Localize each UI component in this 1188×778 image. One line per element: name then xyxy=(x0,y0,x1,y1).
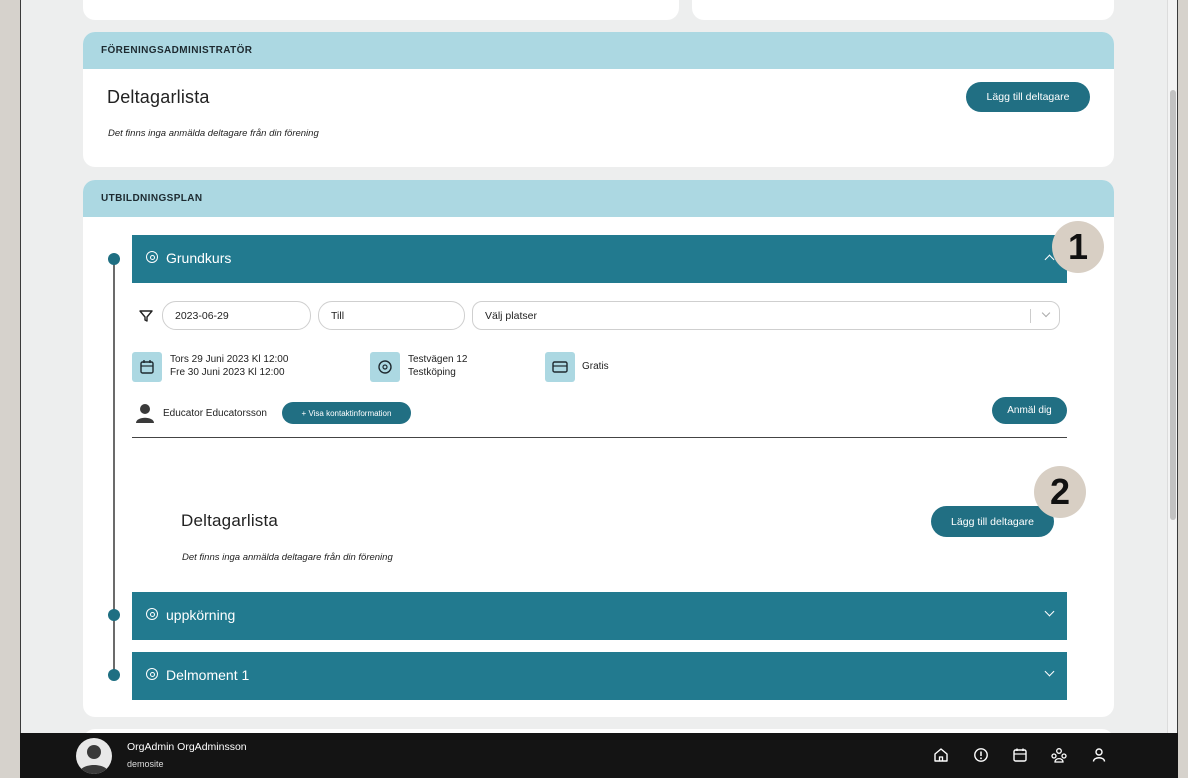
address-street: Testvägen 12 xyxy=(408,354,468,365)
course-date-end: Fre 30 Juni 2023 Kl 12:00 xyxy=(170,367,285,378)
scrollbar-thumb[interactable] xyxy=(1170,90,1176,520)
info-icon[interactable] xyxy=(971,745,991,765)
association-admin-card: FÖRENINGSADMINISTRATÖR Deltagarlista Läg… xyxy=(83,32,1114,167)
select-divider xyxy=(1030,309,1031,323)
home-icon[interactable] xyxy=(931,745,951,765)
user-avatar[interactable] xyxy=(76,738,112,774)
location-select-placeholder: Välj platser xyxy=(485,310,537,322)
participant-list-title: Deltagarlista xyxy=(107,87,210,107)
timeline-dot-uppkorning xyxy=(108,609,120,621)
app-window: FÖRENINGSADMINISTRATÖR Deltagarlista Läg… xyxy=(20,0,1178,778)
chevron-down-icon[interactable] xyxy=(1044,606,1055,617)
organization-icon[interactable] xyxy=(1049,745,1069,765)
training-plan-header: UTBILDNINGSPLAN xyxy=(83,180,1114,217)
location-pin-icon xyxy=(146,251,158,263)
location-pin-icon xyxy=(146,608,158,620)
payment-card-icon xyxy=(545,352,575,382)
filter-icon xyxy=(139,309,153,328)
chevron-down-icon[interactable] xyxy=(1041,308,1051,318)
top-card-right xyxy=(692,0,1114,20)
top-card-left xyxy=(83,0,679,20)
location-pin-icon xyxy=(146,668,158,680)
footer-site-name: demosite xyxy=(127,759,164,769)
calendar-icon xyxy=(132,352,162,382)
date-to-field[interactable]: Till xyxy=(318,301,465,330)
annotation-badge-2: 2 xyxy=(1034,466,1086,518)
empty-participants-note: Det finns inga anmälda deltagare från di… xyxy=(108,128,319,139)
association-admin-header: FÖRENINGSADMINISTRATÖR xyxy=(83,32,1114,69)
footer-user-name: OrgAdmin OrgAdminsson xyxy=(127,741,247,753)
course-dates: Tors 29 Juni 2023 Kl 12:00 Fre 30 Juni 2… xyxy=(170,353,288,379)
accordion-grundkurs[interactable]: Grundkurs xyxy=(132,235,1067,283)
location-icon xyxy=(370,352,400,382)
signup-button[interactable]: Anmäl dig xyxy=(992,397,1067,424)
course-participant-list-title: Deltagarlista xyxy=(181,511,279,530)
accordion-title: Delmoment 1 xyxy=(166,667,250,683)
section-divider xyxy=(132,437,1067,438)
educator-name: Educator Educatorsson xyxy=(163,408,267,419)
show-contact-button[interactable]: + Visa kontaktinformation xyxy=(282,402,411,424)
address-city: Testköping xyxy=(408,367,456,378)
course-date-start: Tors 29 Juni 2023 Kl 12:00 xyxy=(170,354,289,365)
user-icon[interactable] xyxy=(1089,745,1109,765)
course-empty-participants-note: Det finns inga anmälda deltagare från di… xyxy=(182,552,393,563)
accordion-uppkorning[interactable]: uppkörning xyxy=(132,592,1067,640)
location-select[interactable]: Välj platser xyxy=(472,301,1060,330)
footer-bar: OrgAdmin OrgAdminsson demosite xyxy=(20,733,1178,778)
annotation-badge-1: 1 xyxy=(1052,221,1104,273)
educator-avatar-icon xyxy=(135,402,155,429)
accordion-title: uppkörning xyxy=(166,607,236,623)
timeline-dot-grundkurs xyxy=(108,253,120,265)
course-address: Testvägen 12 Testköping xyxy=(408,353,468,379)
scrollbar[interactable] xyxy=(1167,0,1177,733)
calendar-icon[interactable] xyxy=(1010,745,1030,765)
course-add-participant-button[interactable]: Lägg till deltagare xyxy=(931,506,1054,537)
accordion-delmoment-1[interactable]: Delmoment 1 xyxy=(132,652,1067,700)
accordion-title: Grundkurs xyxy=(166,250,232,266)
add-participant-button[interactable]: Lägg till deltagare xyxy=(966,82,1090,112)
course-price: Gratis xyxy=(582,361,609,372)
date-from-field[interactable]: 2023-06-29 xyxy=(162,301,311,330)
timeline-dot-delmoment xyxy=(108,669,120,681)
chevron-down-icon[interactable] xyxy=(1044,666,1055,677)
